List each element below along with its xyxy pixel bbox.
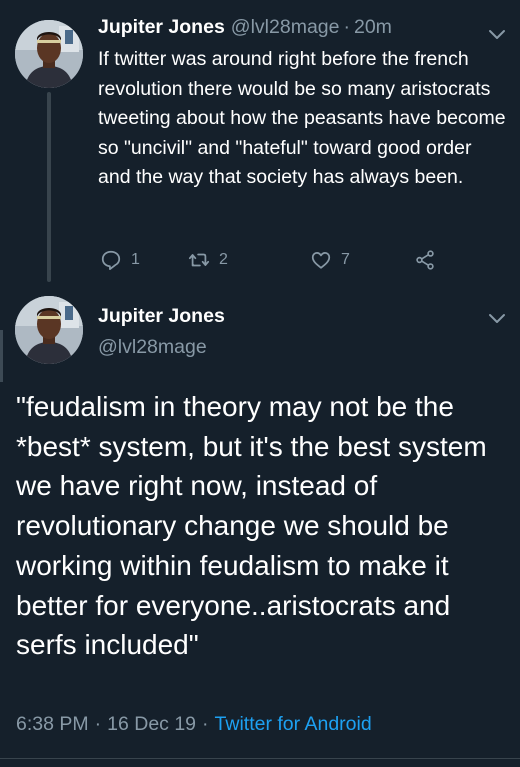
tweet-1-text: If twitter was around right before the f… xyxy=(98,48,506,188)
share-icon xyxy=(416,250,434,270)
separator-dot: · xyxy=(94,713,102,735)
like-icon xyxy=(311,251,331,269)
author-name[interactable]: Jupiter Jones xyxy=(98,305,225,328)
scroll-edge-marker xyxy=(0,330,3,382)
tweet-date: 16 Dec 19 xyxy=(107,713,197,735)
source-link[interactable]: Twitter for Android xyxy=(215,713,372,736)
thread-line xyxy=(47,92,51,282)
reply-count: 1 xyxy=(131,251,140,268)
divider xyxy=(0,758,520,759)
chevron-down-icon[interactable] xyxy=(488,27,506,41)
avatar-image xyxy=(15,20,83,88)
avatar[interactable] xyxy=(15,20,83,88)
tweet-1[interactable]: Jupiter Jones @lvl28mage · 20m If twitte… xyxy=(0,0,520,290)
reply-button[interactable]: 1 xyxy=(100,246,140,274)
tweet-meta: 6:38 PM · 16 Dec 19 · Twitter for Androi… xyxy=(16,713,372,736)
avatar-image xyxy=(15,296,83,364)
share-button[interactable] xyxy=(414,246,436,274)
reply-icon xyxy=(101,250,121,271)
tweet-thread: Jupiter Jones @lvl28mage · 20m If twitte… xyxy=(0,0,520,767)
like-button[interactable]: 7 xyxy=(310,246,350,274)
retweet-button[interactable]: 2 xyxy=(188,246,228,274)
retweet-count: 2 xyxy=(219,251,228,268)
separator-dot: · xyxy=(343,16,350,38)
author-handle[interactable]: @lvl28mage xyxy=(231,16,340,39)
like-count: 7 xyxy=(341,251,350,268)
tweet-time: 6:38 PM xyxy=(16,713,89,735)
tweet-time[interactable]: 20m xyxy=(354,16,392,39)
author-name[interactable]: Jupiter Jones xyxy=(98,16,225,39)
separator-dot: · xyxy=(202,713,209,735)
tweet-actions: 1 2 7 xyxy=(98,246,458,274)
tweet-1-header: Jupiter Jones @lvl28mage · 20m xyxy=(98,16,392,46)
retweet-icon xyxy=(188,253,210,267)
author-handle[interactable]: @lvl28mage xyxy=(98,336,207,359)
chevron-down-icon[interactable] xyxy=(488,311,506,325)
tweet-2-text: "feudalism in theory may not be the *bes… xyxy=(16,391,487,661)
avatar[interactable] xyxy=(15,296,83,364)
